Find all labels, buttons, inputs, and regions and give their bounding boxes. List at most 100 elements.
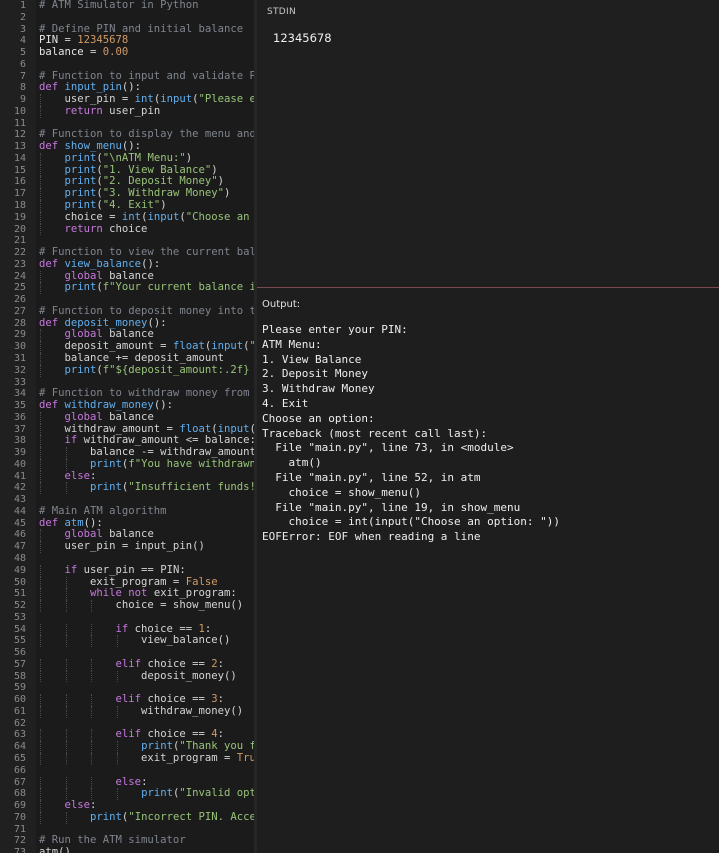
output-line: File "main.py", line 52, in atm	[262, 470, 481, 484]
line-number: 15	[13, 164, 26, 176]
code-token: user_pin	[109, 104, 161, 117]
line-number: 51	[13, 588, 26, 600]
line-number: 27	[13, 305, 26, 317]
line-number: 5	[19, 47, 26, 59]
code-line[interactable]: 5 balance = 0.00	[0, 46, 254, 59]
line-number: 19	[13, 211, 26, 223]
code-line[interactable]: 20 return choice	[0, 222, 254, 236]
line-number: 63	[13, 729, 26, 741]
code-token: )	[160, 199, 167, 212]
code-text: withdraw_money()	[39, 704, 244, 718]
code-token: withdraw_money	[64, 399, 154, 412]
code-token: choice	[109, 222, 148, 235]
line-number: 55	[13, 635, 26, 647]
stdin-panel[interactable]: STDIN 12345678	[257, 0, 719, 287]
code-token: "Incorrect PIN. Acces	[128, 810, 254, 823]
code-token: balance	[109, 528, 154, 541]
code-token: # Main ATM algorithm	[39, 504, 167, 517]
code-token: global	[39, 269, 110, 282]
code-token: print	[90, 810, 122, 823]
line-number: 14	[13, 152, 26, 164]
code-lines[interactable]: 1 # ATM Simulator in Python 2 3 # Define PIN…	[0, 0, 254, 853]
code-token: ():	[141, 257, 161, 270]
line-number: 36	[13, 411, 26, 423]
line-number: 64	[13, 741, 26, 753]
line-number: 17	[13, 188, 26, 200]
line-number: 45	[13, 517, 26, 529]
line-number: 67	[13, 776, 26, 788]
code-token: else	[39, 775, 142, 788]
code-line[interactable]: 73 atm()	[0, 846, 254, 853]
code-line[interactable]: 25 print(f"Your current balance is	[0, 281, 254, 295]
code-token: )	[223, 187, 231, 200]
code-editor[interactable]: 1 # ATM Simulator in Python 2 3 # Define PIN…	[0, 0, 254, 853]
output-text: Please enter your PIN: ATM Menu: 1. View B…	[262, 323, 712, 545]
code-line[interactable]: 65 exit_program = True	[0, 752, 254, 765]
code-token: input	[217, 422, 250, 435]
code-token: atm	[64, 516, 84, 529]
code-line[interactable]: 52 choice = show_menu()	[0, 599, 254, 612]
code-line[interactable]: 61 withdraw_money()	[0, 704, 254, 718]
line-number: 60	[13, 694, 26, 706]
code-token: def	[39, 316, 65, 329]
stdin-input-value[interactable]: 12345678	[273, 31, 332, 45]
code-token: "Please en	[198, 93, 254, 106]
code-line[interactable]: 55 view_balance()	[0, 634, 254, 648]
code-token: print	[64, 363, 97, 376]
line-number: 70	[13, 811, 26, 823]
code-text: exit_program = True	[39, 752, 254, 765]
code-token: exit_program:	[153, 587, 237, 600]
code-token: # Run the ATM simulator	[39, 834, 186, 847]
code-token: "Thank you fo	[179, 740, 254, 753]
code-token: # Define PIN and initial balance	[39, 22, 244, 35]
code-line[interactable]: 47 user_pin = input_pin()	[0, 540, 254, 553]
code-token: )	[211, 163, 218, 176]
code-token: :	[217, 657, 224, 670]
code-line[interactable]: 58 deposit_money()	[0, 670, 254, 683]
line-number: 11	[13, 117, 26, 129]
output-line: Traceback (most recent call last):	[262, 426, 488, 440]
output-line: 1. View Balance	[262, 352, 362, 366]
code-token: choice ==	[147, 693, 212, 706]
indent-guide	[91, 600, 93, 612]
code-text: atm()	[39, 846, 71, 853]
code-line[interactable]: 1 # ATM Simulator in Python	[0, 0, 254, 12]
line-number: 71	[13, 823, 26, 835]
code-token: input_pin	[64, 81, 122, 94]
line-number: 42	[13, 482, 26, 494]
indent-guide	[91, 670, 93, 683]
line-number: 65	[13, 753, 26, 764]
code-token: # Function to withdraw money from t	[39, 387, 254, 400]
output-line: File "main.py", line 73, in <module>	[262, 441, 514, 455]
code-token: choice ==	[147, 657, 212, 670]
code-token: input	[211, 340, 244, 353]
line-number: 34	[13, 388, 26, 400]
indent-guide	[40, 282, 41, 295]
indent-guide	[91, 635, 93, 648]
code-line[interactable]: 70 print("Incorrect PIN. Acces	[0, 810, 254, 824]
line-number: 8	[19, 82, 26, 94]
line-number: 73	[13, 847, 26, 853]
indent-guide	[65, 705, 67, 718]
code-text: # ATM Simulator in Python	[39, 0, 198, 12]
line-number: 39	[13, 447, 26, 459]
code-token: view_balance()	[39, 634, 231, 647]
code-line[interactable]: 32 print(f"${deposit_amount:.2f} h	[0, 363, 254, 377]
code-text: print("Insufficient funds!	[39, 482, 254, 494]
code-token: withdraw_money()	[39, 704, 244, 717]
code-line[interactable]: 42 print("Insufficient funds!	[0, 482, 254, 495]
indent-guide	[40, 753, 41, 765]
code-token: int	[134, 93, 154, 106]
code-line[interactable]: 10 return user_pin	[0, 104, 254, 118]
line-number: 28	[13, 317, 26, 329]
code-token: input	[160, 93, 193, 106]
code-token: print	[141, 787, 173, 800]
code-token: withdraw_amount <= balance:	[83, 434, 254, 447]
line-number: 56	[13, 647, 26, 659]
code-token: return	[39, 222, 110, 235]
code-token: elif	[39, 693, 148, 706]
line-number: 61	[13, 705, 26, 717]
